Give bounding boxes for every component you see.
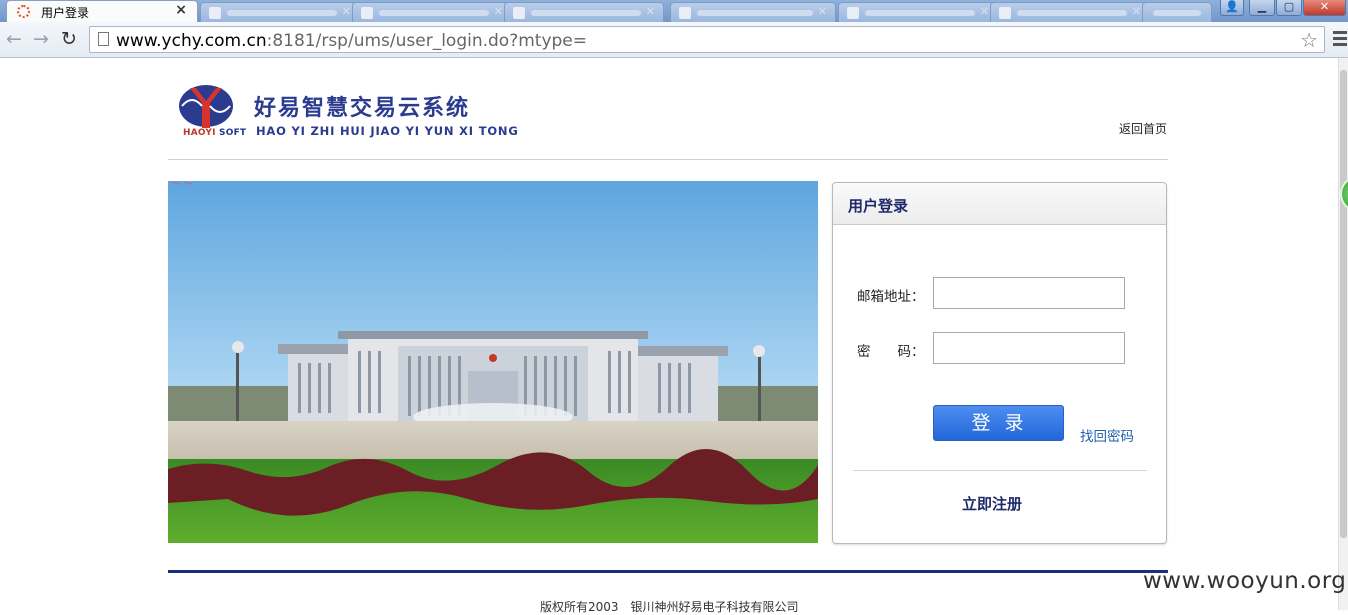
maximize-button[interactable]: ▢ xyxy=(1276,0,1302,16)
scrollbar-thumb[interactable] xyxy=(1340,70,1347,538)
tab-title: 用户登录 xyxy=(41,6,90,20)
browser-tab[interactable]: ✕ xyxy=(838,2,998,22)
browser-tab[interactable]: ✕ xyxy=(990,2,1150,22)
register-link[interactable]: 立即注册 xyxy=(962,493,1022,514)
footer-copyright: 版权所有2003 银川神州好易电子科技有限公司 xyxy=(540,600,799,614)
password-input[interactable] xyxy=(933,332,1125,364)
reload-icon[interactable]: ↻ xyxy=(61,28,77,50)
forgot-password-link[interactable]: 找回密码 xyxy=(1080,425,1134,445)
tab-title-blurred xyxy=(1153,10,1201,16)
tab-title-blurred xyxy=(865,10,975,16)
page-icon xyxy=(98,32,109,46)
tab-close-icon[interactable]: ✕ xyxy=(980,5,989,18)
tab-close-icon[interactable]: ✕ xyxy=(342,5,351,18)
back-arrow-icon[interactable]: ← xyxy=(6,28,22,50)
email-input[interactable] xyxy=(933,277,1125,309)
minimize-button[interactable]: ▁ xyxy=(1249,0,1275,16)
url-path: :8181/rsp/ums/user_login.do?mtype= xyxy=(266,31,588,51)
email-label: 邮箱地址： xyxy=(857,289,925,305)
building-photo: 〜 〜 xyxy=(168,181,818,543)
favicon-icon xyxy=(361,7,373,19)
tab-close-icon[interactable]: ✕ xyxy=(818,5,827,18)
tab-title-blurred xyxy=(227,10,337,16)
browser-tab-strip: 用户登录 × ✕ ✕ ✕ ✕ ✕ ✕ 👤 ▁ ▢ ✕ xyxy=(0,0,1348,22)
footer-divider xyxy=(168,570,1168,573)
browser-tab[interactable]: ✕ xyxy=(670,2,836,22)
favicon-icon xyxy=(847,7,859,19)
tab-title-blurred xyxy=(531,10,641,16)
svg-text:〜 〜: 〜 〜 xyxy=(170,181,193,190)
favicon-icon xyxy=(679,7,691,19)
browser-tab-active[interactable]: 用户登录 × xyxy=(6,0,198,22)
favicon-icon xyxy=(513,7,525,19)
browser-tab[interactable]: ✕ xyxy=(352,2,512,22)
return-home-link[interactable]: 返回首页 xyxy=(1119,120,1167,137)
tab-close-icon[interactable]: ✕ xyxy=(646,5,655,18)
password-label: 密 码： xyxy=(857,344,925,360)
login-button[interactable]: 登录 xyxy=(933,405,1064,441)
browser-tab[interactable]: ✕ xyxy=(200,2,360,22)
header-divider xyxy=(168,159,1168,160)
profile-icon[interactable]: 👤 xyxy=(1220,0,1244,16)
browser-menu-icon[interactable] xyxy=(1333,31,1347,49)
url-text: www.ychy.com.cn:8181/rsp/ums/user_login.… xyxy=(116,31,587,51)
browser-toolbar: ← → ↻ www.ychy.com.cn:8181/rsp/ums/user_… xyxy=(0,22,1348,58)
login-panel: 用户登录 邮箱地址： 密 码： 登录 找回密码 立即注册 xyxy=(832,182,1167,544)
browser-tab[interactable]: ✕ xyxy=(504,2,664,22)
url-host: www.ychy.com.cn xyxy=(116,31,267,51)
bookmark-star-icon[interactable]: ☆ xyxy=(1300,28,1318,52)
tab-close-icon[interactable]: × xyxy=(175,2,187,18)
brand-title-cn: 好易智慧交易云系统 xyxy=(254,96,471,121)
haoyi-logo-icon xyxy=(179,85,233,128)
brand-title-en: HAO YI ZHI HUI JIAO YI YUN XI TONG xyxy=(256,124,519,138)
favicon-icon xyxy=(209,7,221,19)
window-close-button[interactable]: ✕ xyxy=(1303,0,1346,16)
wooyun-watermark: www.wooyun.org xyxy=(1143,568,1347,594)
tab-title-blurred xyxy=(379,10,489,16)
logo-subtext: HAOYI SOFT xyxy=(183,128,247,138)
tab-title-blurred xyxy=(697,10,813,16)
tab-close-icon[interactable]: ✕ xyxy=(494,5,503,18)
tab-title-blurred xyxy=(1017,10,1127,16)
address-bar[interactable]: www.ychy.com.cn:8181/rsp/ums/user_login.… xyxy=(89,26,1325,53)
browser-tab[interactable] xyxy=(1142,2,1212,22)
login-panel-title: 用户登录 xyxy=(848,197,909,215)
tab-close-icon[interactable]: ✕ xyxy=(1132,5,1141,18)
favicon-icon xyxy=(999,7,1011,19)
forward-arrow-icon[interactable]: → xyxy=(33,28,49,50)
panel-divider xyxy=(853,470,1147,471)
loading-spinner-icon xyxy=(17,5,30,18)
